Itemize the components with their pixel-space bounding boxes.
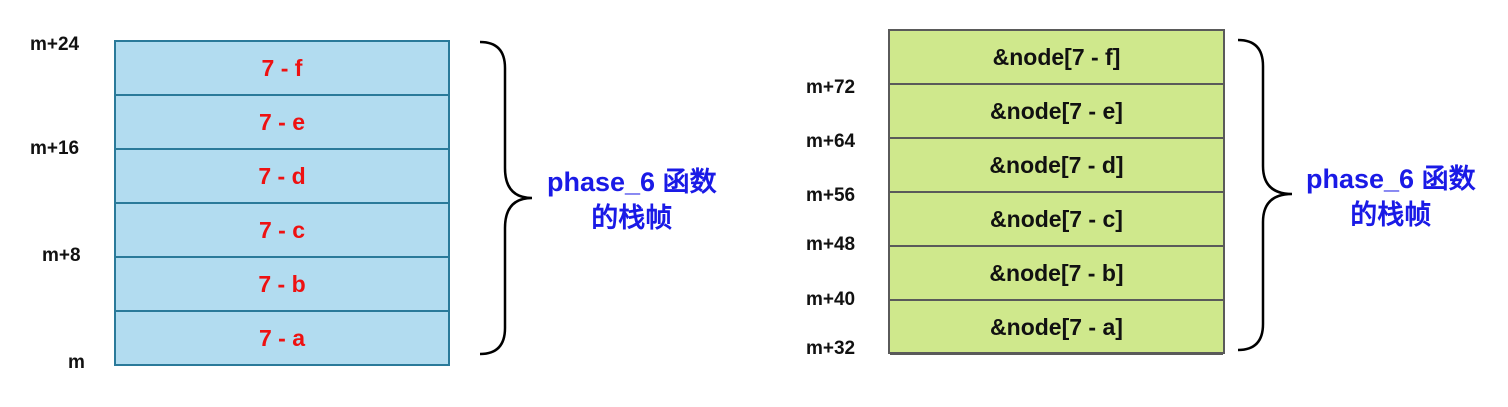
right-stack-cell: &node[7 - c] <box>890 193 1223 247</box>
left-address-label: m+8 <box>42 245 81 266</box>
right-address-label: m+48 <box>806 234 856 255</box>
right-address-label: m+64 <box>806 131 856 152</box>
left-stack-frame: 7 - f 7 - e 7 - d 7 - c 7 - b 7 - a <box>114 40 450 366</box>
left-address-label: m <box>68 352 85 373</box>
right-address-label: m+56 <box>806 185 856 206</box>
left-address-label: m+16 <box>30 138 80 159</box>
left-stack-cell: 7 - c <box>116 204 448 258</box>
right-frame-label: phase_6 函数 的栈帧 <box>1306 161 1476 233</box>
right-stack-cell: &node[7 - b] <box>890 247 1223 301</box>
right-stack-frame: &node[7 - f] &node[7 - e] &node[7 - d] &… <box>888 29 1225 355</box>
right-address-label: m+72 <box>806 77 856 98</box>
left-curly-brace-icon <box>479 40 533 356</box>
right-address-label: m+32 <box>806 338 856 359</box>
left-stack-cell: 7 - f <box>116 42 448 96</box>
right-stack-cell: &node[7 - d] <box>890 139 1223 193</box>
left-frame-label-line2: 的栈帧 <box>591 203 673 233</box>
left-stack-cell: 7 - b <box>116 258 448 312</box>
right-frame-label-line1: phase_6 函数 <box>1306 164 1476 194</box>
right-stack-cell: &node[7 - f] <box>890 31 1223 85</box>
left-stack-cell: 7 - d <box>116 150 448 204</box>
right-curly-brace-icon <box>1237 38 1293 352</box>
right-stack-cell: &node[7 - a] <box>890 301 1223 355</box>
right-address-label: m+40 <box>806 289 856 310</box>
right-frame-label-line2: 的栈帧 <box>1350 200 1432 230</box>
left-frame-label: phase_6 函数 的栈帧 <box>547 164 717 236</box>
left-stack-cell: 7 - a <box>116 312 448 366</box>
left-stack-cell: 7 - e <box>116 96 448 150</box>
left-frame-label-line1: phase_6 函数 <box>547 167 717 197</box>
left-address-label: m+24 <box>30 34 80 55</box>
right-stack-cell: &node[7 - e] <box>890 85 1223 139</box>
